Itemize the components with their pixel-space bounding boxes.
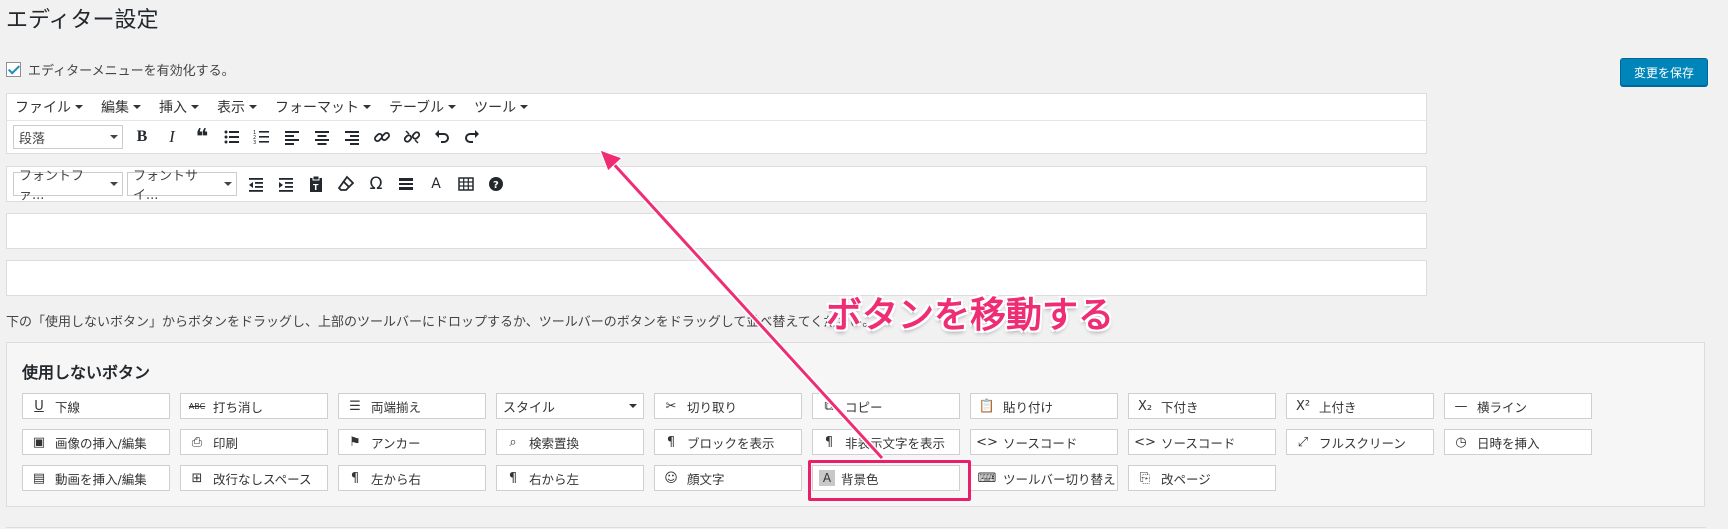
- annotation-arrow: [599, 149, 885, 461]
- annotation-label: ボタンを移動する: [826, 295, 1115, 336]
- divider: [6, 527, 1706, 528]
